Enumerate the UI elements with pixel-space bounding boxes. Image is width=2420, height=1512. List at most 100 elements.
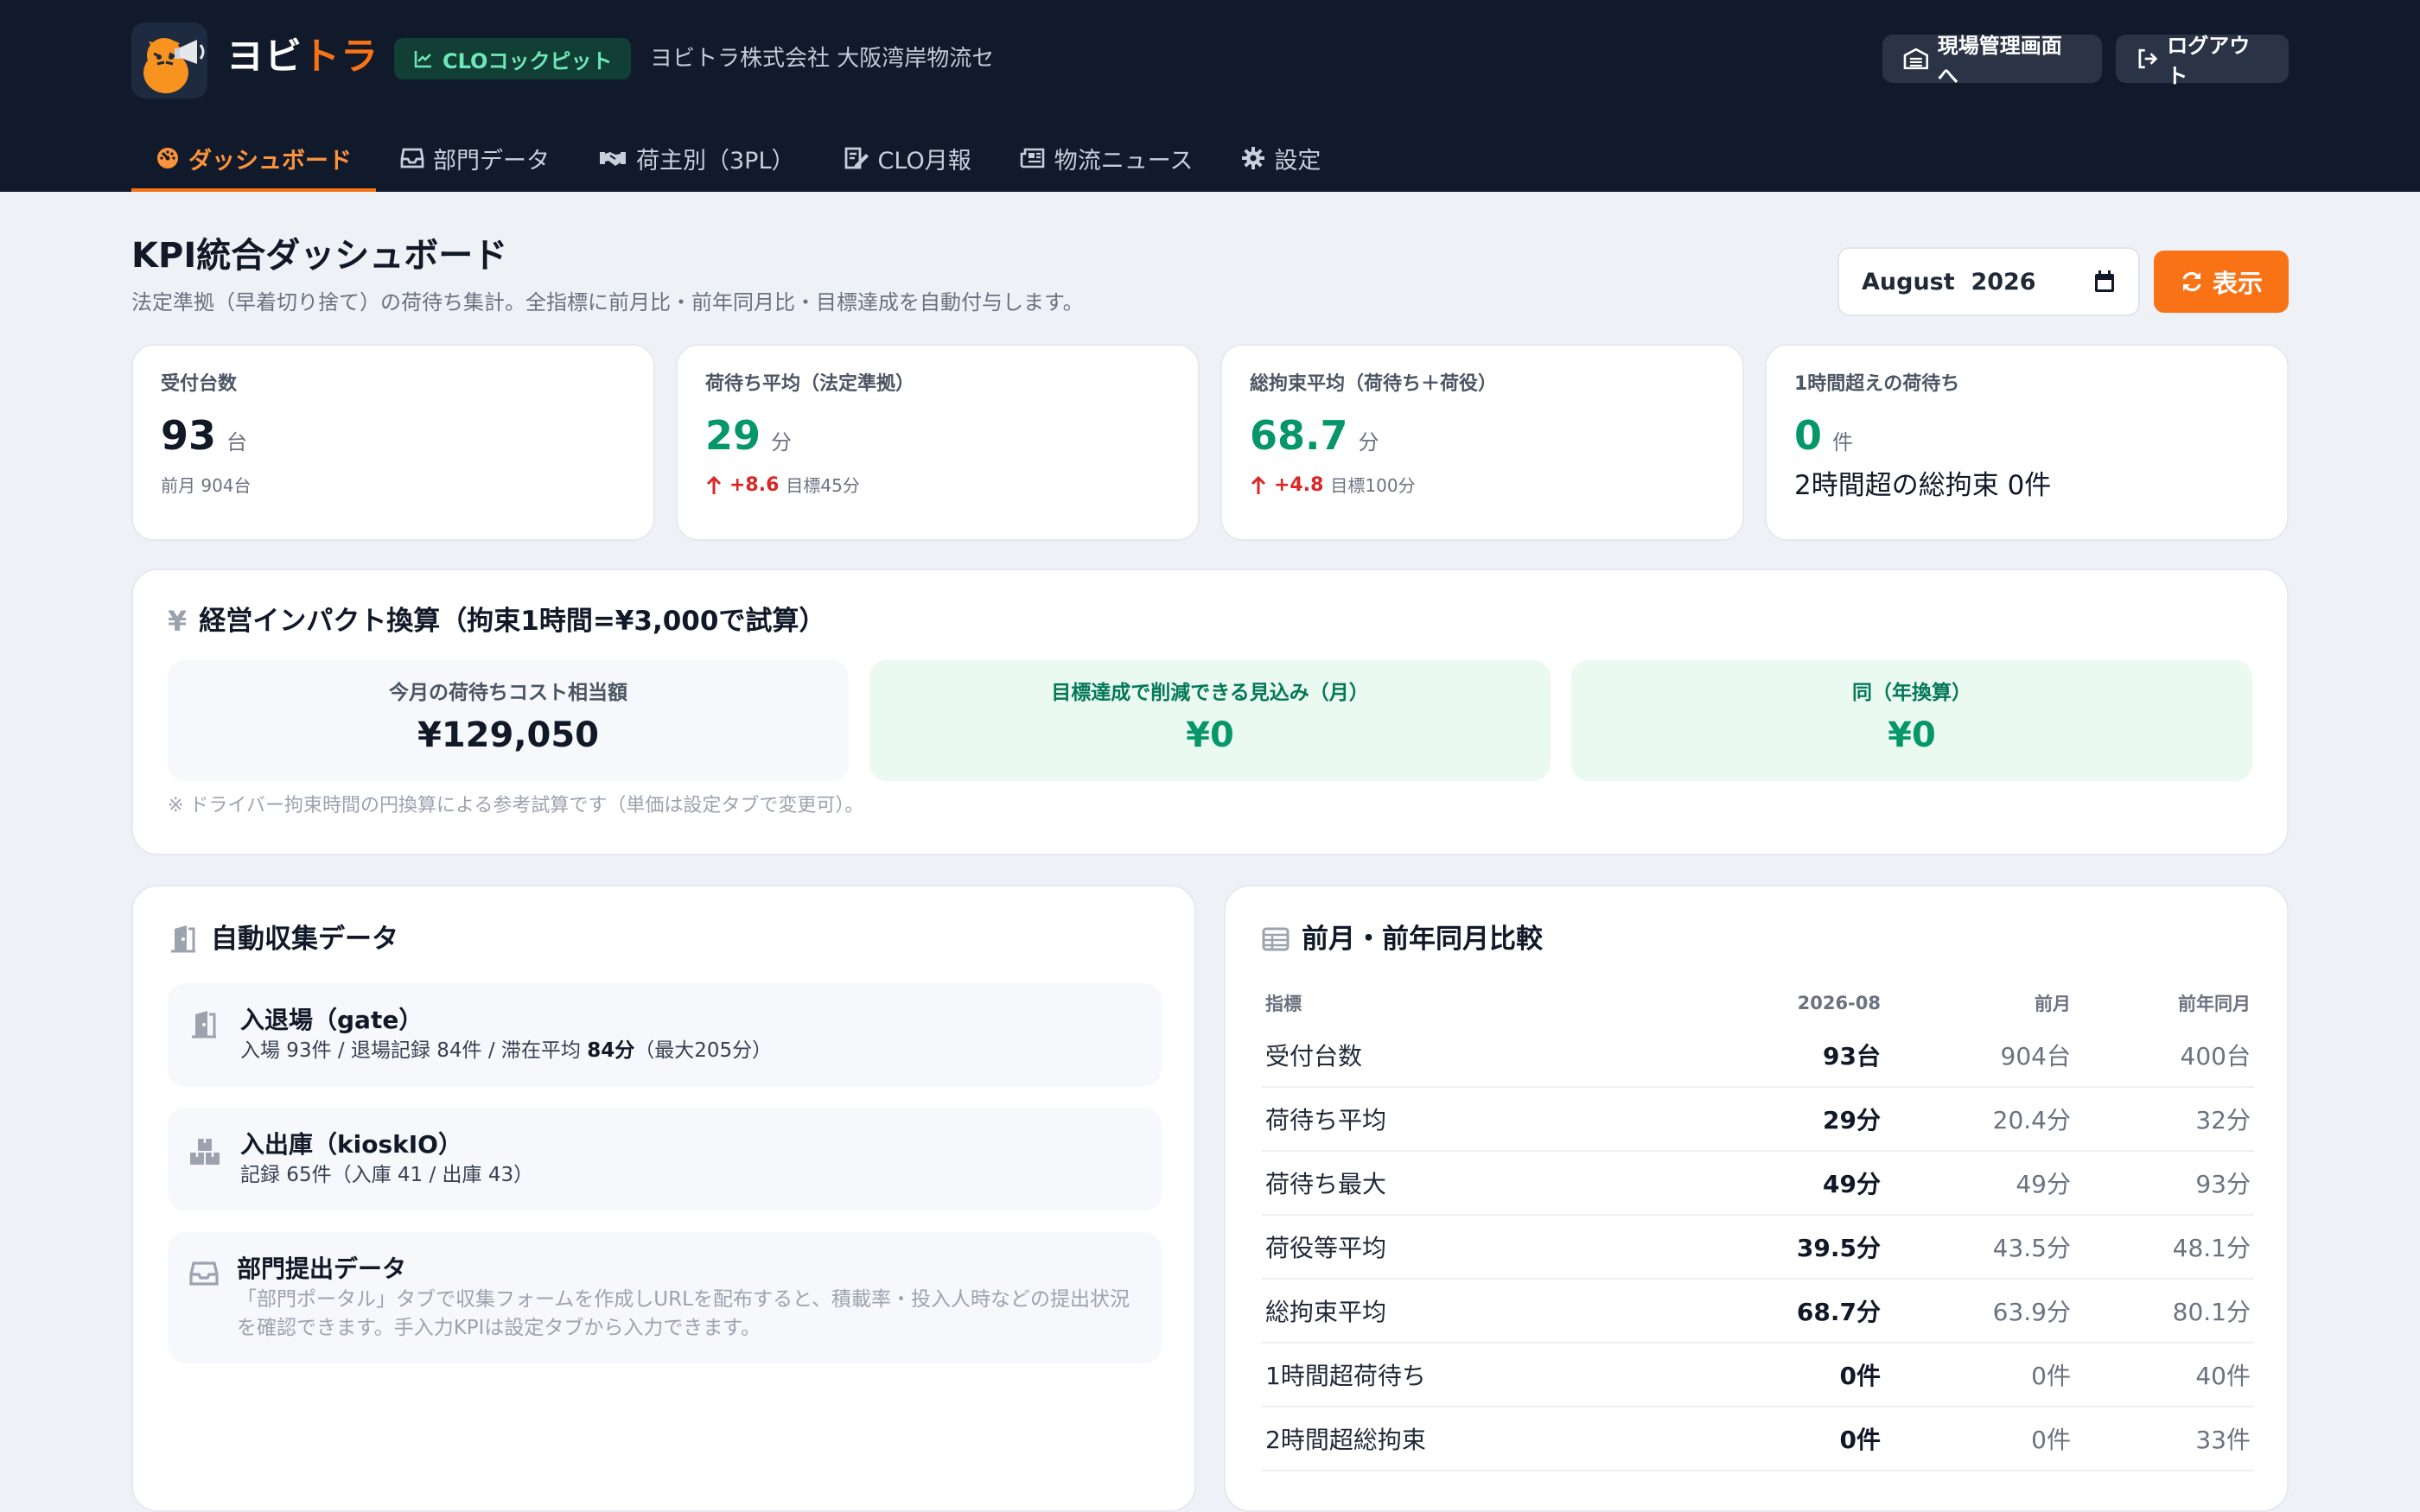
newspaper-icon [1020,148,1045,168]
logout-icon [2138,48,2158,69]
auto-title: 自動収集データ [211,924,398,955]
kpi-card-total-restraint: 総拘束平均（荷待ち＋荷役） 68.7 分 +4.8 目標100分 [1220,344,1744,541]
current-value: 93台 [1711,1023,1884,1088]
current-value: 0件 [1711,1343,1884,1407]
warehouse-icon [1903,48,1929,70]
impact-value: ¥0 [1888,715,1936,755]
month-picker-input[interactable]: August 2026 [1837,247,2140,316]
metric-name: 荷待ち最大 [1262,1151,1711,1216]
prev-year-value: 93分 [2074,1151,2254,1216]
kiosk-source-box: 入出庫（kioskIO） 記録 65件（入庫 41 / 出庫 43） [168,1108,1162,1211]
department-source-box: 部門提出データ 「部門ポータル」タブで収集フォームを作成しURLを配布すると、積… [168,1232,1162,1363]
kpi-label: 荷待ち平均（法定準拠） [705,373,915,395]
tab-shipper[interactable]: 荷主別（3PL） [574,124,819,192]
arrow-up-icon [706,475,722,494]
logout-button[interactable]: ログアウト [2116,34,2289,88]
kpi-label: 1時間超えの荷待ち [1794,373,1960,395]
prev-month-value: 49分 [1884,1151,2074,1216]
kpi-value: 68.7 [1250,412,1348,459]
prev-year-value: 48.1分 [2074,1215,2254,1280]
prev-month-value: 904台 [1884,1023,2074,1088]
clo-cockpit-badge: CLOコックピット [394,38,632,79]
kpi-value: 93 [161,412,217,459]
gauge-icon [157,148,178,168]
comparison-title: 前月・前年同月比較 [1302,924,1543,955]
table-row: 荷待ち最大 49分 49分 93分 [1262,1151,2254,1216]
tab-logistics-news[interactable]: 物流ニュース [996,124,1218,192]
current-value: 29分 [1711,1087,1884,1152]
kpi-label: 受付台数 [161,373,238,395]
comparison-table: 指標 2026-08 前月 前年同月 受付台数 93台 904台 400台 荷待… [1262,983,2254,1471]
prev-year-value: 32分 [2074,1087,2254,1152]
kpi-target: 目標100分 [1330,475,1416,496]
handshake-icon [600,152,626,166]
door-icon [171,925,195,953]
metric-name: 受付台数 [1262,1023,1711,1088]
tab-label: CLO月報 [877,147,971,175]
brand-accent: トラ [302,35,379,79]
clo-badge-label: CLOコックピット [443,48,613,73]
page-title: KPI統合ダッシュボード [131,236,508,276]
kpi-label: 総拘束平均（荷待ち＋荷役） [1250,373,1498,395]
impact-note: ※ ドライバー拘束時間の円換算による参考試算です（単価は設定タブで変更可）。 [168,795,864,816]
tab-department-data[interactable]: 部門データ [376,124,574,192]
table-row: 1時間超荷待ち 0件 0件 40件 [1262,1343,2254,1407]
brand-name: ヨビトラ [226,31,379,83]
show-button[interactable]: 表示 [2154,251,2289,313]
gear-icon [1242,147,1265,169]
gate-source-box: 入退場（gate） 入場 93件 / 退場記録 84件 / 滞在平均 84分（最… [168,983,1162,1087]
kpi-unit: 台 [226,430,248,454]
site-management-button[interactable]: 現場管理画面へ [1882,34,2102,88]
metric-name: 荷待ち平均 [1262,1087,1711,1152]
prev-month-value: 63.9分 [1884,1279,2074,1344]
tab-label: 荷主別（3PL） [636,147,795,175]
prev-year-value: 400台 [2074,1023,2254,1088]
current-value: 0件 [1711,1407,1884,1471]
prev-month-value: 20.4分 [1884,1087,2074,1152]
tab-label: 物流ニュース [1054,147,1194,175]
kpi-unit: 分 [1358,430,1379,454]
table-header-row: 指標 2026-08 前月 前年同月 [1262,983,2254,1023]
tab-label: 設定 [1274,147,1321,175]
impact-title: 経営インパクト換算（拘束1時間=¥3,000で試算） [199,606,826,637]
current-value: 39.5分 [1711,1215,1884,1280]
calendar-icon[interactable] [2093,270,2116,294]
metric-name: 1時間超荷待ち [1262,1343,1711,1407]
current-value: 68.7分 [1711,1279,1884,1344]
inbox-icon [400,148,424,168]
impact-annual-savings: 同（年換算） ¥0 [1571,660,2252,781]
kpi-unit: 件 [1832,430,1854,454]
gate-summary-b: （最大205分） [634,1039,773,1062]
department-description: 「部門ポータル」タブで収集フォームを作成しURLを配布すると、積載率・投入人時な… [237,1288,1130,1339]
tab-dashboard[interactable]: ダッシュボード [131,124,376,192]
auto-collected-card: 自動収集データ 入退場（gate） 入場 93件 / 退場記録 84件 / 滞在… [131,885,1196,1512]
prev-month-value: 0件 [1884,1343,2074,1407]
table-row: 荷待ち平均 29分 20.4分 32分 [1262,1087,2254,1152]
metric-name: 総拘束平均 [1262,1279,1711,1344]
prev-month-value: 0件 [1884,1407,2074,1471]
site-button-label: 現場管理画面へ [1937,34,2062,88]
report-icon [844,147,869,169]
tiger-logo-icon[interactable] [131,22,207,98]
month-picker-value: August 2026 [1862,268,2036,295]
prev-year-value: 80.1分 [2074,1279,2254,1344]
tab-clo-report[interactable]: CLO月報 [819,124,996,192]
kpi-card-reception-count: 受付台数 93 台 前月 904台 [131,344,655,541]
table-row: 受付台数 93台 904台 400台 [1262,1023,2254,1088]
tab-settings[interactable]: 設定 [1217,124,1345,192]
brand-prefix: ヨビ [226,35,302,79]
arrow-up-icon [1251,475,1266,494]
kiosk-summary: 記録 65件（入庫 41 / 出庫 43） [240,1164,534,1186]
inbox-icon [189,1261,219,1286]
kpi-prev-month: 前月 904台 [161,475,252,496]
table-row: 荷役等平均 39.5分 43.5分 48.1分 [1262,1215,2254,1280]
gate-title: 入退場（gate） [240,1006,424,1034]
impact-label: 目標達成で削減できる見込み（月） [1051,682,1369,704]
refresh-icon [2182,271,2201,292]
page-subtitle: 法定準拠（早着切り捨て）の荷待ち集計。全指標に前月比・前年同月比・目標達成を自動… [131,290,1084,314]
column-header: 前月 [2035,994,2071,1014]
impact-monthly-savings: 目標達成で削減できる見込み（月） ¥0 [869,660,1551,781]
table-row: 2時間超総拘束 0件 0件 33件 [1262,1407,2254,1471]
impact-value: ¥0 [1186,715,1234,755]
kpi-value: 0 [1794,412,1823,459]
